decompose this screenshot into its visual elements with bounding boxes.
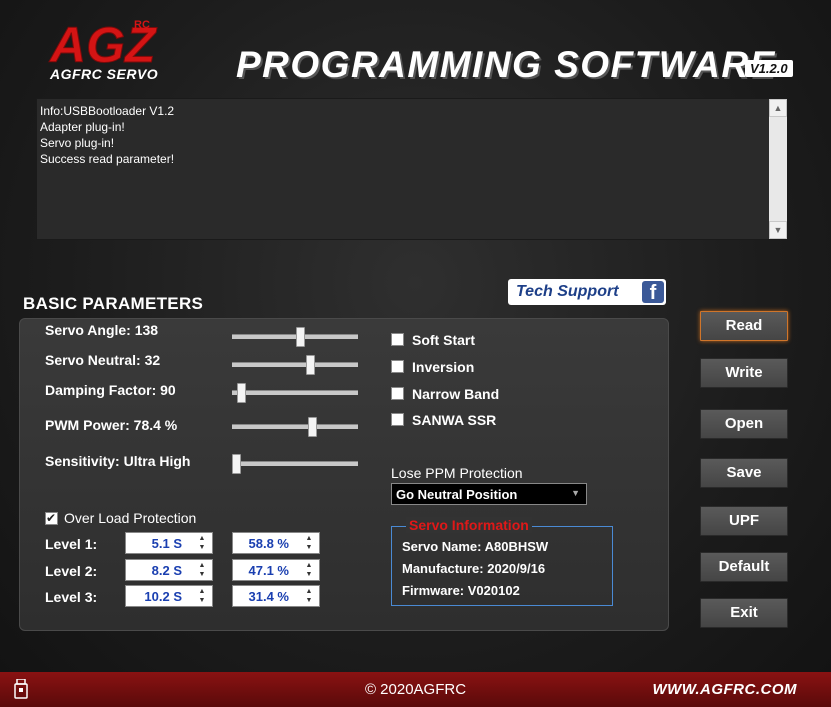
- narrow-band-label: Narrow Band: [412, 386, 500, 402]
- level-3-time-stepper[interactable]: 10.2 S ▲ ▼: [125, 585, 213, 607]
- level-2-percent: 47.1 %: [248, 563, 289, 578]
- lose-ppm-label: Lose PPM Protection: [391, 465, 523, 481]
- log-lines: Info:USBBootloader V1.2 Adapter plug-in! S…: [40, 103, 174, 167]
- level-1-percent: 58.8 %: [248, 536, 289, 551]
- level-3-label: Level 3:: [45, 589, 98, 605]
- slider-thumb[interactable]: [236, 383, 246, 403]
- stepper-arrows-icon[interactable]: ▲ ▼: [195, 587, 209, 605]
- damping-factor-label: Damping Factor: 90: [45, 382, 176, 398]
- save-button[interactable]: Save: [700, 458, 788, 488]
- logo-rc: RC: [134, 19, 150, 31]
- level-3-time: 10.2 S: [144, 589, 182, 604]
- servo-manufacture: Manufacture: 2020/9/16: [402, 561, 546, 576]
- log-line: Adapter plug-in!: [40, 120, 125, 134]
- default-button[interactable]: Default: [700, 552, 788, 582]
- write-button[interactable]: Write: [700, 358, 788, 388]
- section-title: BASIC PARAMETERS: [23, 294, 204, 313]
- slider-thumb[interactable]: [296, 327, 306, 347]
- open-button[interactable]: Open: [700, 409, 788, 439]
- servo-neutral-slider[interactable]: [232, 355, 358, 375]
- over-load-checkbox[interactable]: [45, 511, 58, 525]
- slider-thumb[interactable]: [308, 417, 318, 437]
- exit-button[interactable]: Exit: [700, 598, 788, 628]
- logo-subtitle: AGFRC SERVO: [50, 66, 159, 82]
- pwm-power-label: PWM Power: 78.4 %: [45, 417, 178, 433]
- soft-start-label: Soft Start: [412, 332, 475, 348]
- stepper-arrows-icon[interactable]: ▲ ▼: [195, 561, 209, 579]
- inversion-label: Inversion: [412, 359, 475, 375]
- level-1-time: 5.1 S: [151, 536, 182, 551]
- level-2-label: Level 2:: [45, 563, 98, 579]
- sensitivity-label: Sensitivity: Ultra High: [45, 453, 191, 469]
- website-link[interactable]: WWW.AGFRC.COM: [652, 681, 797, 698]
- servo-firmware: Firmware: V020102: [402, 583, 520, 598]
- stepper-arrows-icon[interactable]: ▲ ▼: [302, 534, 316, 552]
- pwm-power-slider[interactable]: [232, 417, 358, 437]
- log-output[interactable]: Info:USBBootloader V1.2 Adapter plug-in! S…: [36, 98, 788, 240]
- stepper-arrows-icon[interactable]: ▲ ▼: [302, 587, 316, 605]
- servo-info-title: Servo Information: [406, 517, 532, 533]
- sanwa-ssr-label: SANWA SSR: [412, 412, 497, 428]
- narrow-band-checkbox[interactable]: [391, 387, 404, 400]
- upf-button[interactable]: UPF: [700, 506, 788, 536]
- level-2-percent-stepper[interactable]: 47.1 % ▲ ▼: [232, 559, 320, 581]
- log-line: Success read parameter!: [40, 152, 175, 166]
- app-title: PROGRAMMING SOFTWARE: [236, 44, 776, 85]
- servo-angle-label: Servo Angle: 138: [45, 322, 159, 338]
- scroll-down-icon[interactable]: ▼: [769, 221, 787, 239]
- slider-thumb[interactable]: [305, 355, 315, 375]
- version-badge: V1.2.0: [745, 60, 793, 77]
- stepper-arrows-icon[interactable]: ▲ ▼: [195, 534, 209, 552]
- slider-thumb[interactable]: [232, 454, 241, 474]
- servo-neutral-label: Servo Neutral: 32: [45, 352, 161, 368]
- damping-factor-slider[interactable]: [232, 383, 358, 403]
- level-3-percent-stepper[interactable]: 31.4 % ▲ ▼: [232, 585, 320, 607]
- inversion-checkbox[interactable]: [391, 360, 404, 373]
- servo-angle-slider[interactable]: [232, 327, 358, 347]
- sensitivity-slider[interactable]: [232, 454, 358, 474]
- log-line: Info:USBBootloader V1.2: [40, 104, 175, 118]
- level-1-percent-stepper[interactable]: 58.8 % ▲ ▼: [232, 532, 320, 554]
- level-1-time-stepper[interactable]: 5.1 S ▲ ▼: [125, 532, 213, 554]
- facebook-icon: f: [642, 281, 664, 304]
- soft-start-checkbox[interactable]: [391, 333, 404, 346]
- level-2-time-stepper[interactable]: 8.2 S ▲ ▼: [125, 559, 213, 581]
- level-1-label: Level 1:: [45, 536, 98, 552]
- log-line: Servo plug-in!: [40, 136, 115, 150]
- read-button[interactable]: Read: [700, 311, 788, 341]
- servo-name: Servo Name: A80BHSW: [402, 539, 549, 554]
- tech-support-button[interactable]: Tech Support f: [508, 279, 666, 305]
- log-scrollbar[interactable]: ▲ ▼: [769, 99, 787, 239]
- stepper-arrows-icon[interactable]: ▲ ▼: [302, 561, 316, 579]
- chevron-down-icon: ▼: [571, 488, 580, 498]
- sanwa-ssr-checkbox[interactable]: [391, 413, 404, 426]
- level-3-percent: 31.4 %: [248, 589, 289, 604]
- footer-bar: © 2020AGFRC WWW.AGFRC.COM: [0, 672, 831, 707]
- level-2-time: 8.2 S: [151, 563, 182, 578]
- tech-support-label: Tech Support: [516, 283, 619, 300]
- over-load-label: Over Load Protection: [64, 510, 197, 526]
- scroll-up-icon[interactable]: ▲: [769, 99, 787, 117]
- lose-ppm-value: Go Neutral Position: [396, 487, 518, 502]
- lose-ppm-select[interactable]: Go Neutral Position ▼: [391, 483, 587, 505]
